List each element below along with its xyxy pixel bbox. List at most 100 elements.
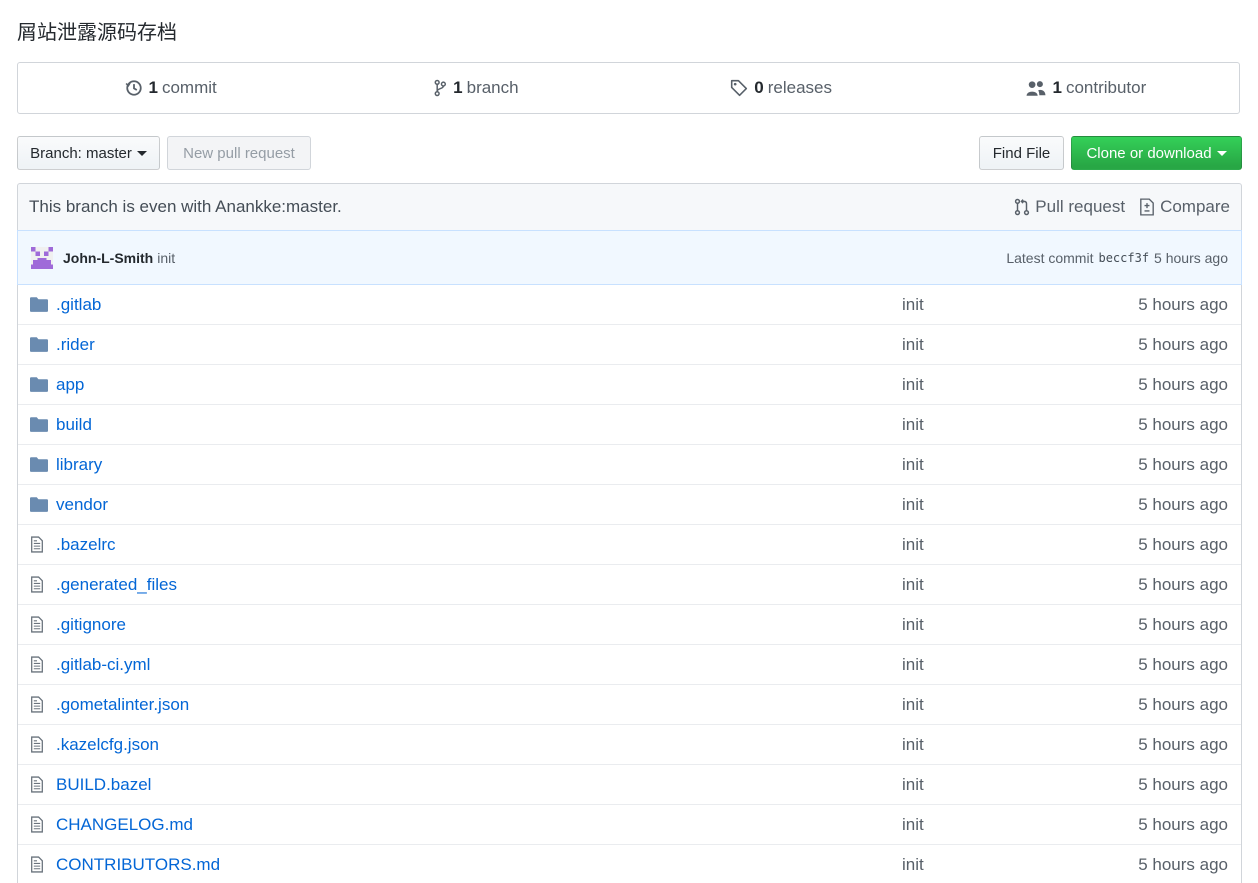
commit-author-link[interactable]: John-L-Smith [63,250,153,266]
compare-link[interactable]: Compare [1139,197,1230,217]
clone-or-download-button[interactable]: Clone or download [1071,136,1242,170]
file-age: 5 hours ago [1138,534,1228,554]
file-row[interactable]: .gitlab init 5 hours ago [18,285,1241,325]
file-row[interactable]: .generated_files init 5 hours ago [18,565,1241,605]
caret-down-icon [136,150,147,156]
file-age: 5 hours ago [1138,654,1228,674]
branch-select-button[interactable]: Branch: master [17,136,160,170]
contributors-count: 1 [1052,78,1062,97]
file-commit-message[interactable]: init [902,535,924,555]
folder-icon [30,417,50,432]
file-name-link[interactable]: .rider [56,335,896,355]
file-icon [30,536,50,553]
file-name-link[interactable]: CONTRIBUTORS.md [56,855,896,875]
file-name-link[interactable]: .bazelrc [56,535,896,555]
folder-icon [30,337,50,352]
folder-icon [30,457,50,472]
file-row[interactable]: BUILD.bazel init 5 hours ago [18,765,1241,805]
file-commit-message[interactable]: init [902,575,924,595]
file-commit-message[interactable]: init [902,775,924,795]
file-commit-message[interactable]: init [902,455,924,475]
file-row[interactable]: .gitignore init 5 hours ago [18,605,1241,645]
file-age: 5 hours ago [1138,374,1228,394]
file-age: 5 hours ago [1138,454,1228,474]
commits-count: 1 [148,78,158,97]
file-commit-message[interactable]: init [902,375,924,395]
commits-link[interactable]: 1 commit [18,78,323,98]
file-commit-message[interactable]: init [902,695,924,715]
file-icon [30,776,50,793]
file-age: 5 hours ago [1138,574,1228,594]
file-list: .gitlab init 5 hours ago .rider init 5 hours … [17,285,1242,883]
file-name-link[interactable]: .gitignore [56,615,896,635]
file-row[interactable]: .gometalinter.json init 5 hours ago [18,685,1241,725]
new-pull-request-label: New pull request [183,144,295,162]
branch-status-text: This branch is even with Anankke:master. [29,197,342,216]
latest-commit-bar: John-L-Smith init Latest commit beccf3f … [17,230,1242,285]
file-age: 5 hours ago [1138,814,1228,834]
folder-icon [30,297,50,312]
file-row[interactable]: CONTRIBUTORS.md init 5 hours ago [18,845,1241,883]
latest-commit-info: Latest commit beccf3f 5 hours ago [1006,250,1228,266]
file-row[interactable]: .bazelrc init 5 hours ago [18,525,1241,565]
new-pull-request-button[interactable]: New pull request [167,136,311,170]
commit-sha-link[interactable]: beccf3f [1098,251,1149,265]
avatar[interactable] [31,246,53,269]
branches-count: 1 [453,78,463,97]
pull-request-link[interactable]: Pull request [1014,197,1125,217]
file-row[interactable]: library init 5 hours ago [18,445,1241,485]
file-name-link[interactable]: app [56,375,896,395]
file-row[interactable]: .rider init 5 hours ago [18,325,1241,365]
file-commit-message[interactable]: init [902,735,924,755]
file-name-link[interactable]: library [56,455,896,475]
file-row[interactable]: vendor init 5 hours ago [18,485,1241,525]
releases-link[interactable]: 0 releases [629,78,934,98]
file-age: 5 hours ago [1138,734,1228,754]
file-name-link[interactable]: BUILD.bazel [56,775,896,795]
file-commit-message[interactable]: init [902,335,924,355]
repository-page: 屑站泄露源码存档 1 commit 1 branch 0 releases 1 … [0,0,1258,883]
releases-count: 0 [754,78,764,97]
file-name-link[interactable]: CHANGELOG.md [56,815,896,835]
file-commit-message[interactable]: init [902,655,924,675]
contributors-link[interactable]: 1 contributor [934,78,1239,98]
file-commit-message[interactable]: init [902,295,924,315]
file-age: 5 hours ago [1138,334,1228,354]
caret-down-icon [1216,150,1227,156]
file-name-link[interactable]: .kazelcfg.json [56,735,896,755]
branches-link[interactable]: 1 branch [323,78,628,98]
file-row[interactable]: CHANGELOG.md init 5 hours ago [18,805,1241,845]
clone-or-download-label: Clone or download [1086,144,1212,162]
file-icon [30,576,50,593]
file-name-link[interactable]: build [56,415,896,435]
file-row[interactable]: app init 5 hours ago [18,365,1241,405]
file-age: 5 hours ago [1138,614,1228,634]
git-pull-request-icon [1015,198,1030,216]
file-commit-message[interactable]: init [902,495,924,515]
latest-commit-label: Latest commit [1006,249,1094,266]
file-row[interactable]: build init 5 hours ago [18,405,1241,445]
pull-request-label: Pull request [1035,197,1126,216]
file-name-link[interactable]: .gitlab [56,295,896,315]
history-icon [125,80,142,96]
file-name-link[interactable]: .gitlab-ci.yml [56,655,896,675]
file-name-link[interactable]: .gometalinter.json [56,695,896,715]
branch-select-label: Branch: master [30,144,132,162]
find-file-button[interactable]: Find File [979,136,1064,170]
file-row[interactable]: .gitlab-ci.yml init 5 hours ago [18,645,1241,685]
file-name-link[interactable]: vendor [56,495,896,515]
file-name-link[interactable]: .generated_files [56,575,896,595]
repo-description: 屑站泄露源码存档 [17,20,177,44]
branch-status-bar: This branch is even with Anankke:master.… [17,183,1242,231]
file-row[interactable]: .kazelcfg.json init 5 hours ago [18,725,1241,765]
folder-icon [30,377,50,392]
file-diff-icon [1140,198,1154,216]
file-commit-message[interactable]: init [902,615,924,635]
file-commit-message[interactable]: init [902,415,924,435]
file-commit-message[interactable]: init [902,815,924,835]
file-age: 5 hours ago [1138,294,1228,314]
file-icon [30,696,50,713]
file-age: 5 hours ago [1138,854,1228,874]
file-commit-message[interactable]: init [902,855,924,875]
commit-message[interactable]: init [157,250,175,266]
